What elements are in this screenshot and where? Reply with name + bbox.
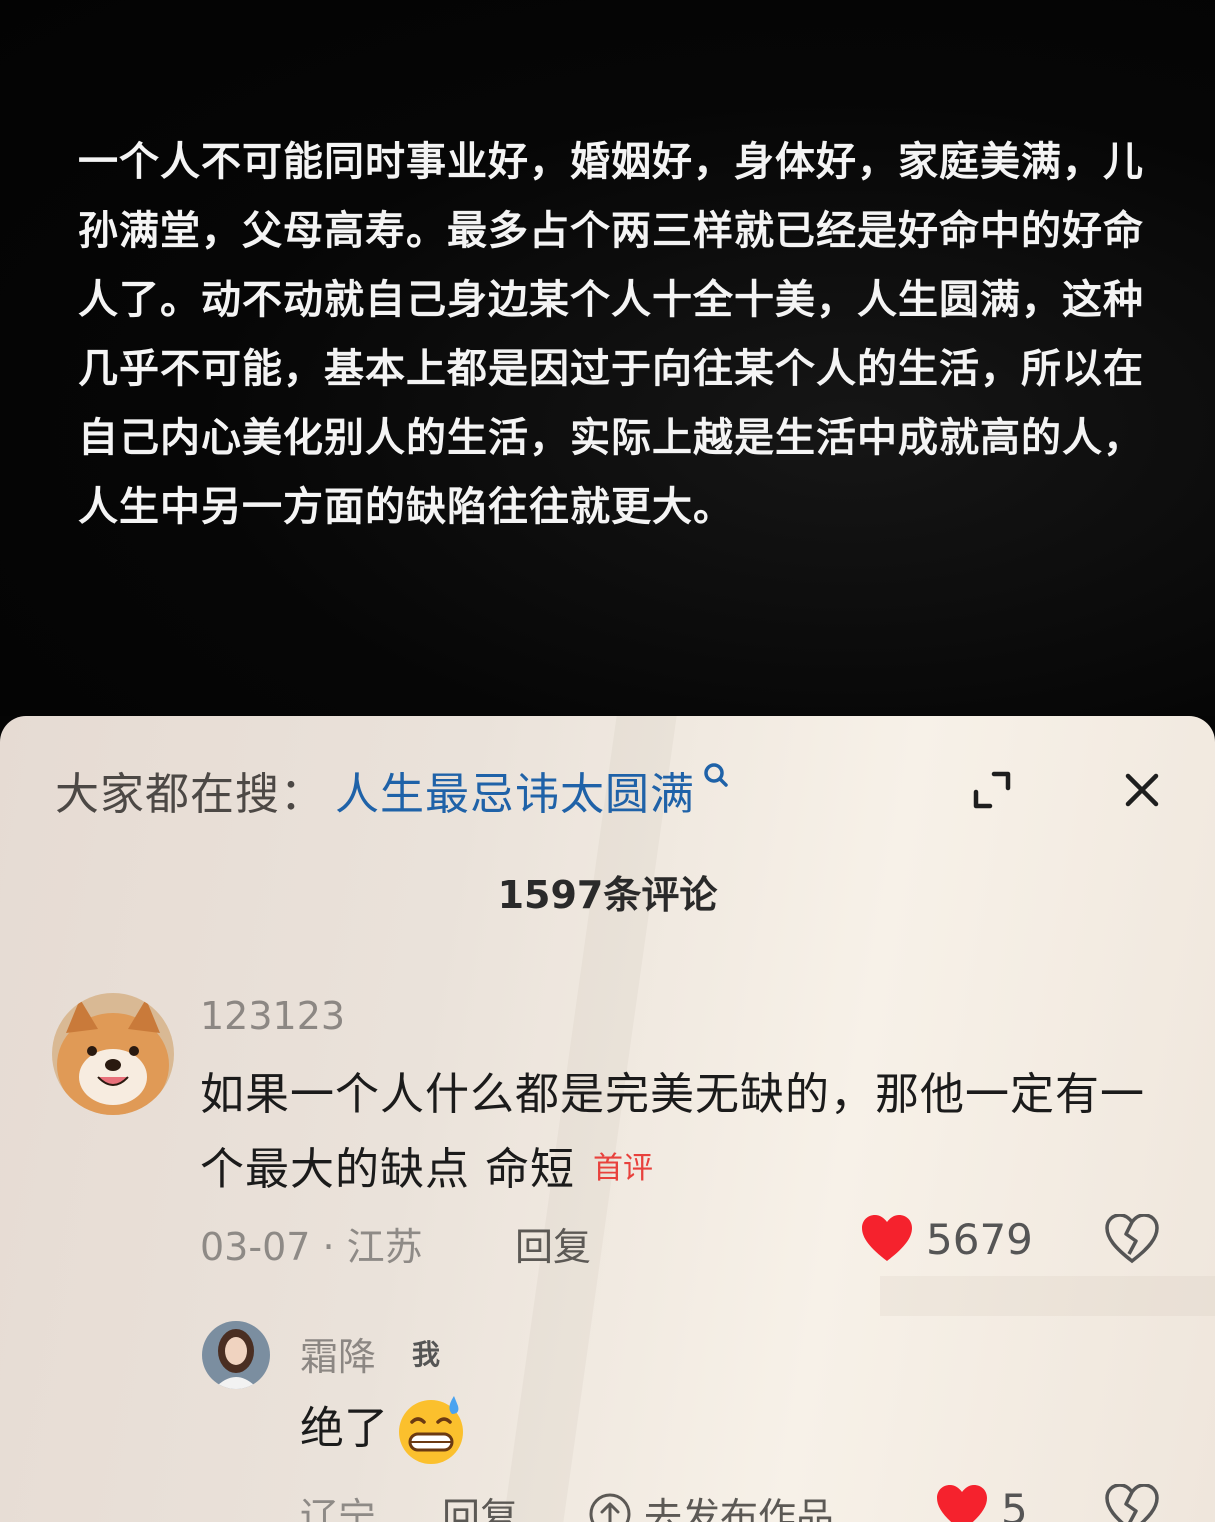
heart-icon bbox=[862, 1215, 912, 1261]
broken-heart-icon[interactable] bbox=[1105, 1213, 1159, 1264]
publish-label: 去发布作品 bbox=[644, 1495, 835, 1522]
expand-icon[interactable] bbox=[968, 766, 1016, 814]
comment-body: 绝了 bbox=[300, 1403, 388, 1454]
grinning-sweat-emoji-icon bbox=[399, 1396, 463, 1464]
avatar[interactable] bbox=[52, 993, 174, 1115]
search-prefix: 大家都在搜： bbox=[55, 769, 325, 820]
comment-count: 1597条评论 bbox=[497, 873, 718, 917]
comment-meta: 辽宁 bbox=[300, 1495, 377, 1522]
close-icon[interactable] bbox=[1118, 766, 1166, 814]
comment-body: 如果一个人什么都是完美无缺的，那他一定有一个最大的缺点 命短 bbox=[200, 1069, 1145, 1195]
search-icon bbox=[703, 762, 729, 788]
broken-heart-icon[interactable] bbox=[1105, 1483, 1159, 1522]
comment-username[interactable]: 霜降 bbox=[300, 1326, 376, 1381]
search-term-link[interactable]: 人生最忌讳太圆满 bbox=[335, 758, 695, 822]
heart-icon bbox=[937, 1485, 987, 1522]
like-count: 5 bbox=[1001, 1484, 1028, 1522]
publish-button[interactable]: 去发布作品 bbox=[588, 1486, 834, 1522]
like-button[interactable]: 5 bbox=[935, 1484, 1028, 1522]
comment-text: 如果一个人什么都是完美无缺的，那他一定有一个最大的缺点 命短 首评 bbox=[200, 1058, 1160, 1207]
video-caption: 一个人不可能同时事业好，婚姻好，身体好，家庭美满，儿孙满堂，父母高寿。最多占个两… bbox=[78, 139, 1144, 530]
avatar[interactable] bbox=[202, 1321, 270, 1389]
like-button[interactable]: 5679 bbox=[860, 1214, 1033, 1264]
comment-username[interactable]: 123123 bbox=[200, 994, 345, 1038]
reply-button[interactable]: 回复 bbox=[442, 1486, 518, 1522]
self-badge: 我 bbox=[412, 1338, 441, 1371]
like-count: 5679 bbox=[926, 1214, 1033, 1264]
reply-button[interactable]: 回复 bbox=[515, 1216, 591, 1271]
comments-panel: 大家都在搜： 人生最忌讳太圆满 1597条评论 123123 如果一个人什么都是… bbox=[0, 716, 1215, 1522]
comment-text: 绝了 bbox=[300, 1392, 468, 1466]
first-comment-tag: 首评 bbox=[593, 1151, 653, 1186]
search-suggestion[interactable]: 大家都在搜： 人生最忌讳太圆满 bbox=[55, 760, 729, 820]
upload-icon bbox=[589, 1493, 631, 1522]
light-shadow bbox=[880, 1276, 1215, 1316]
video-area[interactable]: 一个人不可能同时事业好，婚姻好，身体好，家庭美满，儿孙满堂，父母高寿。最多占个两… bbox=[0, 0, 1215, 716]
comment-meta: 03-07 · 江苏 bbox=[200, 1225, 423, 1269]
